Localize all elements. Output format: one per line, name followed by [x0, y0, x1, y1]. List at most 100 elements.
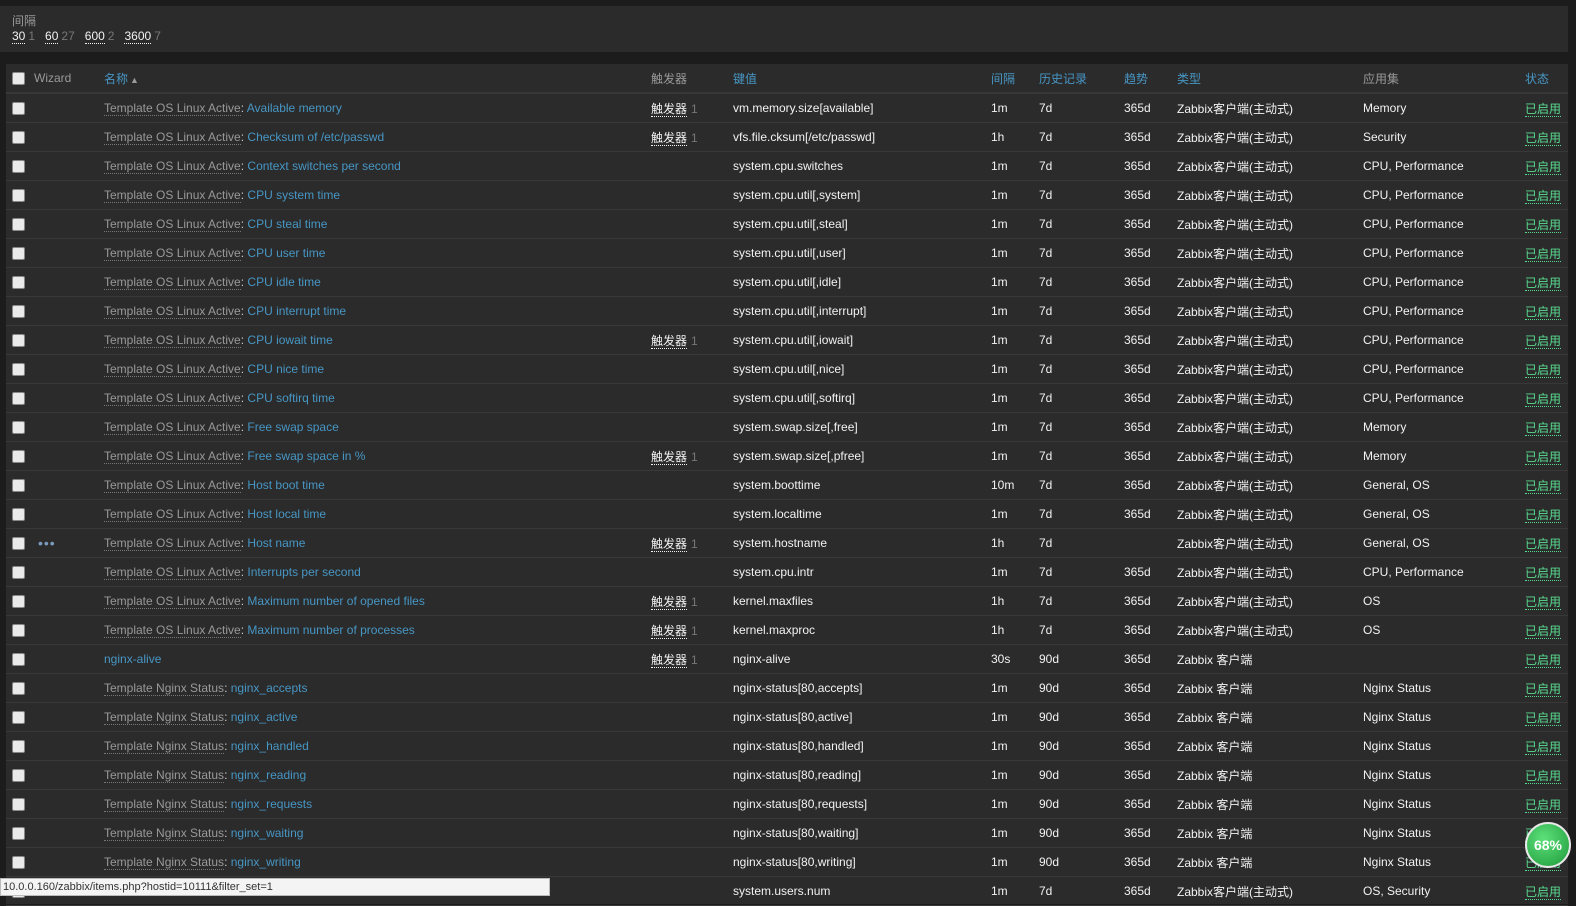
row-checkbox[interactable] — [12, 392, 25, 406]
template-link[interactable]: Template Nginx Status — [104, 768, 225, 783]
row-checkbox[interactable] — [12, 769, 25, 783]
row-checkbox[interactable] — [12, 276, 25, 290]
select-all-header[interactable] — [6, 64, 34, 94]
row-checkbox[interactable] — [12, 798, 25, 812]
status-enabled-link[interactable]: 已启用 — [1525, 623, 1562, 639]
template-link[interactable]: Template OS Linux Active — [104, 217, 241, 232]
template-link[interactable]: Template OS Linux Active — [104, 420, 241, 435]
row-select-cell[interactable] — [6, 180, 34, 210]
filter-interval-link[interactable]: 600 — [84, 29, 105, 44]
filter-interval-link[interactable]: 60 — [45, 29, 59, 44]
header-trends[interactable]: 趋势 — [1124, 64, 1177, 94]
item-name-link[interactable]: Free swap space — [247, 420, 338, 434]
template-link[interactable]: Template Nginx Status — [104, 826, 225, 841]
select-all-checkbox[interactable] — [12, 72, 25, 86]
triggers-link[interactable]: 触发器 — [651, 594, 688, 610]
row-checkbox[interactable] — [12, 160, 25, 174]
status-enabled-link[interactable]: 已启用 — [1525, 333, 1562, 349]
row-select-cell[interactable] — [6, 847, 34, 877]
item-name-link[interactable]: Host name — [247, 536, 305, 550]
status-enabled-link[interactable]: 已启用 — [1525, 507, 1562, 523]
item-name-link[interactable]: CPU nice time — [247, 362, 324, 376]
triggers-link[interactable]: 触发器 — [651, 652, 688, 668]
header-status[interactable]: 状态 — [1525, 64, 1568, 94]
status-enabled-link[interactable]: 已启用 — [1525, 246, 1562, 262]
header-history[interactable]: 历史记录 — [1039, 64, 1124, 94]
template-link[interactable]: Template OS Linux Active — [104, 391, 241, 406]
row-select-cell[interactable] — [6, 93, 34, 123]
template-link[interactable]: Template OS Linux Active — [104, 101, 241, 116]
row-checkbox[interactable] — [12, 827, 25, 841]
row-checkbox[interactable] — [12, 189, 25, 203]
status-enabled-link[interactable]: 已启用 — [1525, 449, 1562, 465]
row-checkbox[interactable] — [12, 856, 25, 870]
status-enabled-link[interactable]: 已启用 — [1525, 565, 1562, 581]
row-select-cell[interactable] — [6, 325, 34, 355]
template-link[interactable]: Template OS Linux Active — [104, 304, 241, 319]
status-enabled-link[interactable]: 已启用 — [1525, 681, 1562, 697]
template-link[interactable]: Template OS Linux Active — [104, 623, 241, 638]
template-link[interactable]: Template OS Linux Active — [104, 507, 241, 522]
row-checkbox[interactable] — [12, 305, 25, 319]
row-checkbox[interactable] — [12, 508, 25, 522]
triggers-link[interactable]: 触发器 — [651, 536, 688, 552]
template-link[interactable]: Template Nginx Status — [104, 681, 225, 696]
template-link[interactable]: Template Nginx Status — [104, 855, 225, 870]
item-name-link[interactable]: CPU steal time — [247, 217, 327, 231]
row-checkbox[interactable] — [12, 363, 25, 377]
row-checkbox[interactable] — [12, 218, 25, 232]
header-key[interactable]: 键值 — [733, 64, 991, 94]
template-link[interactable]: Template Nginx Status — [104, 797, 225, 812]
row-checkbox[interactable] — [12, 131, 25, 145]
template-link[interactable]: Template OS Linux Active — [104, 362, 241, 377]
template-link[interactable]: Template OS Linux Active — [104, 275, 241, 290]
item-name-link[interactable]: Context switches per second — [247, 159, 400, 173]
row-select-cell[interactable] — [6, 238, 34, 268]
status-enabled-link[interactable]: 已启用 — [1525, 159, 1562, 175]
item-name-link[interactable]: Host boot time — [247, 478, 324, 492]
status-enabled-link[interactable]: 已启用 — [1525, 478, 1562, 494]
item-name-link[interactable]: Host local time — [247, 507, 326, 521]
row-select-cell[interactable] — [6, 354, 34, 384]
item-name-link[interactable]: nginx_handled — [231, 739, 309, 753]
row-select-cell[interactable] — [6, 528, 34, 558]
template-link[interactable]: Template OS Linux Active — [104, 130, 241, 145]
template-link[interactable]: Template OS Linux Active — [104, 246, 241, 261]
row-checkbox[interactable] — [12, 450, 25, 464]
row-select-cell[interactable] — [6, 151, 34, 181]
header-type[interactable]: 类型 — [1177, 64, 1363, 94]
row-select-cell[interactable] — [6, 731, 34, 761]
row-select-cell[interactable] — [6, 789, 34, 819]
template-link[interactable]: Template OS Linux Active — [104, 594, 241, 609]
item-name-link[interactable]: nginx_requests — [231, 797, 312, 811]
row-checkbox[interactable] — [12, 421, 25, 435]
row-checkbox[interactable] — [12, 479, 25, 493]
item-name-link[interactable]: CPU user time — [247, 246, 325, 260]
item-name-link[interactable]: nginx_accepts — [231, 681, 308, 695]
row-select-cell[interactable] — [6, 441, 34, 471]
template-link[interactable]: Template OS Linux Active — [104, 478, 241, 493]
status-enabled-link[interactable]: 已启用 — [1525, 739, 1562, 755]
row-select-cell[interactable] — [6, 760, 34, 790]
status-enabled-link[interactable]: 已启用 — [1525, 768, 1562, 784]
row-select-cell[interactable] — [6, 673, 34, 703]
status-enabled-link[interactable]: 已启用 — [1525, 884, 1562, 900]
filter-interval-link[interactable]: 30 — [12, 29, 26, 44]
item-name-link[interactable]: nginx_writing — [231, 855, 301, 869]
row-select-cell[interactable] — [6, 267, 34, 297]
row-select-cell[interactable] — [6, 557, 34, 587]
row-checkbox[interactable] — [12, 102, 25, 116]
template-link[interactable]: Template OS Linux Active — [104, 536, 241, 551]
status-enabled-link[interactable]: 已启用 — [1525, 710, 1562, 726]
item-name-link[interactable]: Interrupts per second — [247, 565, 360, 579]
row-select-cell[interactable] — [6, 383, 34, 413]
row-select-cell[interactable] — [6, 586, 34, 616]
status-enabled-link[interactable]: 已启用 — [1525, 217, 1562, 233]
triggers-link[interactable]: 触发器 — [651, 623, 688, 639]
row-checkbox[interactable] — [12, 334, 25, 348]
item-name-link[interactable]: nginx_reading — [231, 768, 306, 782]
item-name-link[interactable]: Maximum number of opened files — [247, 594, 424, 608]
status-enabled-link[interactable]: 已启用 — [1525, 130, 1562, 146]
triggers-link[interactable]: 触发器 — [651, 449, 688, 465]
template-link[interactable]: Template OS Linux Active — [104, 188, 241, 203]
